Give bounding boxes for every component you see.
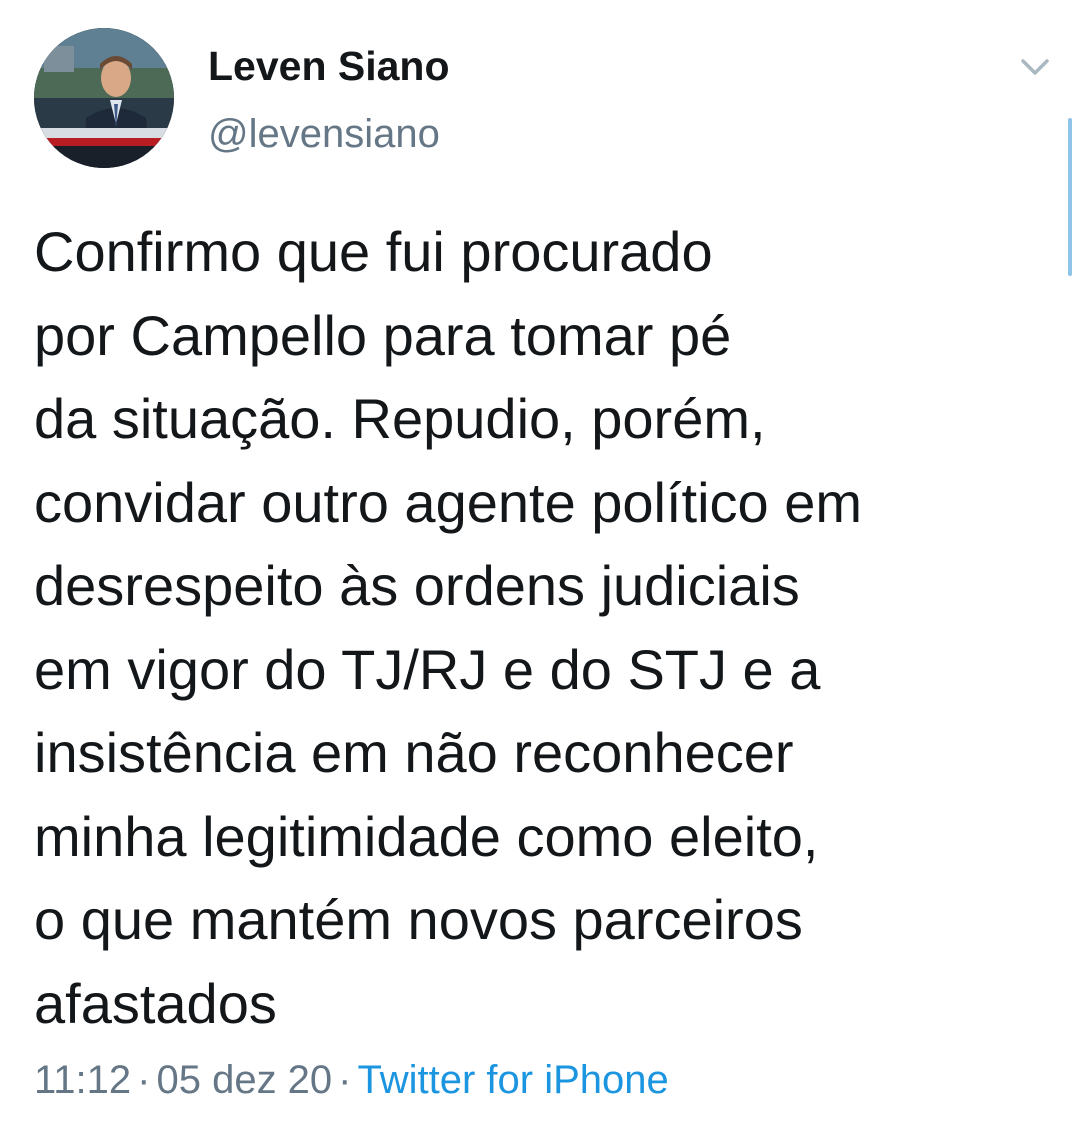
tweet-source-link[interactable]: Twitter for iPhone — [358, 1058, 669, 1102]
tweet-text-line: insistência em não reconhecer — [34, 721, 794, 784]
chevron-down-icon[interactable] — [1016, 48, 1054, 86]
tweet-text-line: minha legitimidade como eleito, — [34, 804, 819, 868]
tweet-text-line: Confirmo que fui procurado — [34, 220, 713, 283]
scroll-indicator — [1068, 118, 1072, 276]
username-handle[interactable]: @levensiano — [208, 108, 440, 160]
tweet-text-line: por Campello para tomar pé — [34, 303, 732, 367]
display-name[interactable]: Leven Siano — [208, 40, 450, 92]
tweet-text-line: em vigor do TJ/RJ e do STJ e a — [34, 637, 821, 701]
avatar[interactable] — [34, 28, 174, 168]
tweet-text-line: convidar outro agente político em — [34, 470, 863, 534]
tweet-metadata: 11:12 · 05 dez 20 · Twitter for iPhone — [34, 1054, 669, 1106]
tweet-text: Confirmo que fui procurado por Campello … — [34, 210, 1054, 1045]
tweet-text-line: da situação. Repudio, porém, — [34, 387, 766, 450]
tweet-date[interactable]: 05 dez 20 — [156, 1058, 332, 1102]
tweet-text-line: afastados — [34, 971, 277, 1035]
avatar-photo — [34, 28, 174, 168]
tweet-time[interactable]: 11:12 — [34, 1058, 131, 1102]
separator-dot: · — [137, 1058, 151, 1102]
tweet-text-line: desrespeito às ordens judiciais — [34, 554, 800, 617]
tweet-text-line: o que mantém novos parceiros — [34, 888, 803, 951]
separator-dot: · — [338, 1058, 352, 1102]
